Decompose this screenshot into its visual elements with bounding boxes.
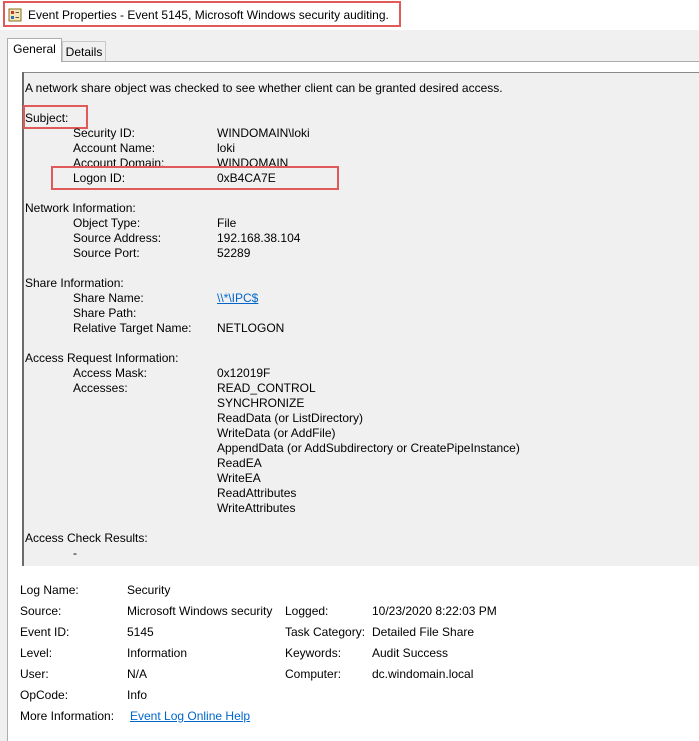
- log-name-value: Security: [127, 583, 171, 597]
- access-mask-value: 0x12019F: [217, 366, 271, 380]
- source-value: Microsoft Windows security: [127, 604, 273, 618]
- access-item: WriteEA: [217, 471, 261, 485]
- access-check-heading: Access Check Results:: [25, 531, 148, 545]
- source-label: Source:: [20, 604, 62, 618]
- access-item: SYNCHRONIZE: [217, 396, 305, 410]
- user-value: N/A: [127, 667, 148, 681]
- source-address-label: Source Address:: [73, 231, 162, 245]
- logon-id-highlight-box: [51, 166, 339, 190]
- relative-target-value: NETLOGON: [217, 321, 285, 335]
- access-item: ReadData (or ListDirectory): [217, 411, 364, 425]
- computer-value: dc.windomain.local: [372, 667, 474, 681]
- level-label: Level:: [20, 646, 53, 660]
- share-heading: Share Information:: [25, 276, 124, 290]
- log-name-label: Log Name:: [20, 583, 79, 597]
- accesses-label: Accesses:: [73, 381, 128, 395]
- security-id-label: Security ID:: [73, 126, 136, 140]
- description-intro: A network share object was checked to se…: [25, 81, 503, 95]
- access-item: ReadEA: [217, 456, 262, 470]
- access-item: WriteData (or AddFile): [217, 426, 336, 440]
- description-box-edge: [22, 72, 24, 566]
- source-port-label: Source Port:: [73, 246, 140, 260]
- object-type-label: Object Type:: [73, 216, 141, 230]
- relative-target-label: Relative Target Name:: [73, 321, 192, 335]
- task-category-value: Detailed File Share: [372, 625, 475, 639]
- event-log-online-help-link[interactable]: Event Log Online Help: [130, 709, 250, 723]
- source-port-value: 52289: [217, 246, 251, 260]
- event-id-label: Event ID:: [20, 625, 70, 639]
- access-mask-label: Access Mask:: [73, 366, 148, 380]
- access-item: ReadAttributes: [217, 486, 297, 500]
- source-address-value: 192.168.38.104: [217, 231, 301, 245]
- access-item: READ_CONTROL: [217, 381, 316, 395]
- event-id-value: 5145: [127, 625, 154, 639]
- share-name-link[interactable]: \\*\IPC$: [217, 291, 258, 305]
- access-heading: Access Request Information:: [25, 351, 179, 365]
- tab-general[interactable]: General: [7, 38, 62, 62]
- level-value: Information: [127, 646, 188, 660]
- title-highlight-box: [3, 1, 401, 27]
- access-check-value: -: [73, 546, 77, 560]
- more-info-label: More Information:: [20, 709, 115, 723]
- access-item: AppendData (or AddSubdirectory or Create…: [217, 441, 520, 455]
- opcode-label: OpCode:: [20, 688, 69, 702]
- account-name-value: loki: [217, 141, 236, 155]
- share-name-label: Share Name:: [73, 291, 144, 305]
- share-path-label: Share Path:: [73, 306, 137, 320]
- logged-label: Logged:: [285, 604, 329, 618]
- keywords-label: Keywords:: [285, 646, 342, 660]
- computer-label: Computer:: [285, 667, 342, 681]
- user-label: User:: [20, 667, 49, 681]
- task-category-label: Task Category:: [285, 625, 366, 639]
- logged-value: 10/23/2020 8:22:03 PM: [372, 604, 497, 618]
- account-name-label: Account Name:: [73, 141, 156, 155]
- network-heading: Network Information:: [25, 201, 136, 215]
- tab-details[interactable]: Details: [62, 41, 106, 63]
- opcode-value: Info: [127, 688, 148, 702]
- keywords-value: Audit Success: [372, 646, 449, 660]
- security-id-value: WINDOMAIN\loki: [217, 126, 310, 140]
- object-type-value: File: [217, 216, 237, 230]
- access-item: WriteAttributes: [217, 501, 296, 515]
